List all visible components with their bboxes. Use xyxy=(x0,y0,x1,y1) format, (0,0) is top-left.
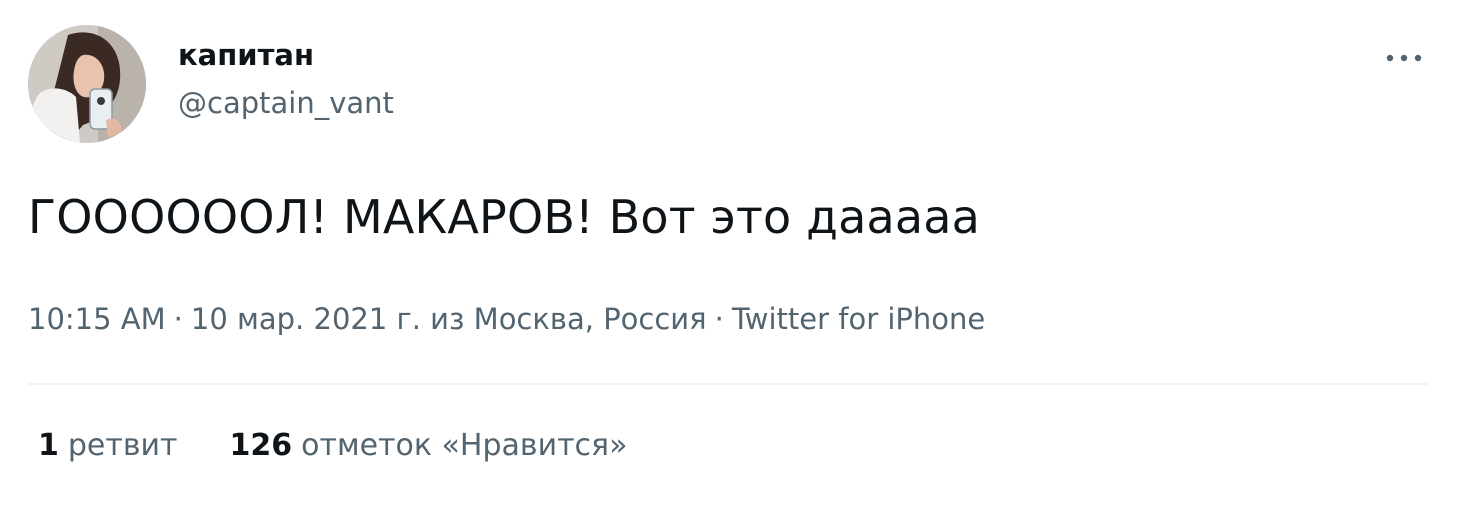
likes-count: 126 xyxy=(229,428,293,463)
author-handle[interactable]: @captain_vant xyxy=(178,86,394,120)
tweet-card: капитан @captain_vant ГООООООЛ! МАКАРОВ!… xyxy=(0,0,1460,510)
tweet-source[interactable]: Twitter for iPhone xyxy=(732,302,985,336)
tweet-stats: 1 ретвит 126 отметок «Нравится» xyxy=(38,428,627,463)
retweets-count: 1 xyxy=(38,428,59,463)
meta-separator: · xyxy=(173,302,183,336)
divider xyxy=(28,383,1428,385)
more-horizontal-icon xyxy=(1386,54,1422,62)
retweets-label: ретвит xyxy=(67,428,178,463)
tweet-time[interactable]: 10:15 AM xyxy=(28,302,166,336)
more-options-button[interactable] xyxy=(1378,36,1430,80)
meta-separator: · xyxy=(714,302,724,336)
author-name[interactable]: капитан xyxy=(178,38,314,72)
likes-label: отметок «Нравится» xyxy=(301,428,628,463)
retweets-stat[interactable]: 1 ретвит xyxy=(38,428,178,463)
tweet-date-location[interactable]: 10 мар. 2021 г. из Москва, Россия xyxy=(191,302,707,336)
likes-stat[interactable]: 126 отметок «Нравится» xyxy=(230,428,628,463)
avatar[interactable] xyxy=(28,25,146,143)
tweet-meta: 10:15 AM · 10 мар. 2021 г. из Москва, Росс… xyxy=(28,302,985,336)
tweet-text: ГООООООЛ! МАКАРОВ! Вот это даaааа xyxy=(28,190,981,244)
avatar-photo xyxy=(28,25,146,143)
